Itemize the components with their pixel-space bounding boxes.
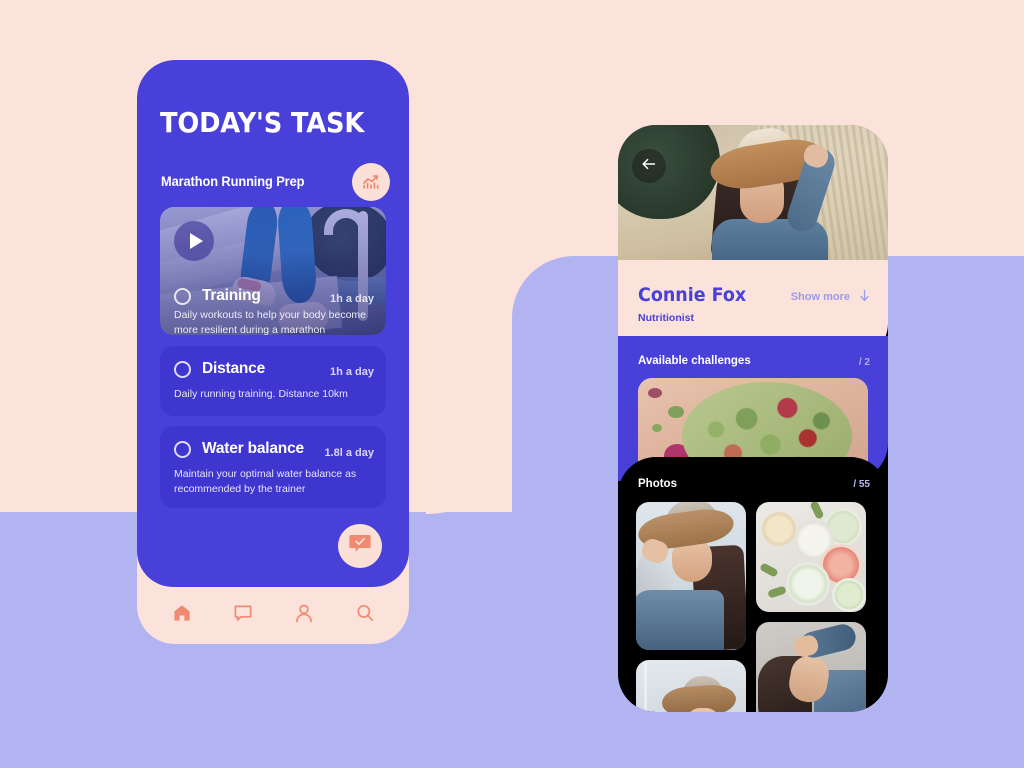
hero-image bbox=[618, 125, 888, 260]
task-meta: 1h a day bbox=[329, 293, 374, 305]
arrow-left-icon bbox=[640, 155, 658, 178]
person-icon bbox=[293, 602, 315, 629]
challenges-count: / 2 bbox=[858, 357, 870, 368]
sidebar-item-profile[interactable] bbox=[291, 603, 317, 629]
arrow-down-icon bbox=[859, 289, 870, 305]
chat-bubble-check-icon bbox=[348, 533, 372, 560]
profile-role: Nutritionist bbox=[638, 312, 694, 324]
radio-unchecked-icon[interactable] bbox=[174, 287, 191, 305]
task-description: Daily workouts to help your body become … bbox=[174, 309, 367, 335]
task-description: Maintain your optimal water balance as r… bbox=[174, 468, 357, 495]
profile-name: Connie Fox bbox=[638, 284, 747, 306]
program-subtitle: Marathon Running Prep bbox=[161, 174, 305, 189]
background-pink-curve bbox=[426, 430, 512, 514]
task-card-water-balance[interactable]: Water balance 1.8l a day Maintain your o… bbox=[160, 426, 386, 508]
play-button[interactable] bbox=[174, 221, 214, 261]
photos-heading: Photos bbox=[638, 478, 677, 490]
task-meta: 1.8l a day bbox=[324, 447, 374, 459]
photos-count: / 55 bbox=[853, 479, 870, 490]
profile-hero-photo bbox=[618, 125, 888, 260]
trending-up-chart-icon bbox=[361, 172, 381, 192]
task-title: Training bbox=[202, 287, 261, 304]
show-more-label: Show more bbox=[790, 291, 850, 303]
radio-unchecked-icon[interactable] bbox=[174, 440, 191, 458]
photos-card: Photos / 55 bbox=[618, 457, 888, 712]
chat-fab-button[interactable] bbox=[338, 524, 382, 568]
radio-unchecked-icon[interactable] bbox=[174, 360, 191, 378]
task-row-header: Water balance bbox=[174, 440, 304, 458]
photo-thumbnail[interactable] bbox=[636, 502, 746, 650]
chat-icon bbox=[232, 602, 254, 629]
search-icon bbox=[354, 602, 376, 629]
task-row-header: Distance bbox=[174, 360, 265, 378]
task-title: Water balance bbox=[202, 440, 304, 457]
photo-thumbnail[interactable] bbox=[756, 502, 866, 612]
bottom-navigation-bar bbox=[137, 587, 409, 644]
stats-button[interactable] bbox=[352, 163, 390, 201]
task-card-video[interactable]: Training 1h a day Daily workouts to help… bbox=[160, 207, 386, 335]
sidebar-item-chat[interactable] bbox=[230, 603, 256, 629]
task-row-header: Training bbox=[174, 287, 261, 305]
left-phone-mockup: TODAY'S TASK Marathon Running Prep Train… bbox=[137, 60, 409, 644]
photo-thumbnail[interactable] bbox=[636, 660, 746, 712]
sidebar-item-search[interactable] bbox=[352, 603, 378, 629]
play-icon bbox=[189, 233, 203, 249]
task-meta: 1h a day bbox=[329, 366, 374, 378]
sidebar-item-home[interactable] bbox=[169, 603, 195, 629]
photo-thumbnail[interactable] bbox=[756, 622, 866, 712]
back-button[interactable] bbox=[632, 149, 666, 183]
today-task-screen: TODAY'S TASK Marathon Running Prep Train… bbox=[137, 60, 409, 587]
home-icon bbox=[171, 602, 193, 629]
photo-grid bbox=[636, 502, 870, 712]
task-description: Daily running training. Distance 10km bbox=[174, 388, 348, 400]
screenshot-canvas: TODAY'S TASK Marathon Running Prep Train… bbox=[0, 0, 1024, 768]
show-more-button[interactable]: Show more bbox=[791, 289, 870, 305]
challenges-heading: Available challenges bbox=[638, 355, 751, 367]
task-card-distance[interactable]: Distance 1h a day Daily running training… bbox=[160, 346, 386, 416]
page-title: TODAY'S TASK bbox=[160, 106, 365, 139]
right-phone-mockup: Connie Fox Nutritionist Show more Availa… bbox=[618, 125, 888, 712]
task-title: Distance bbox=[202, 360, 266, 377]
